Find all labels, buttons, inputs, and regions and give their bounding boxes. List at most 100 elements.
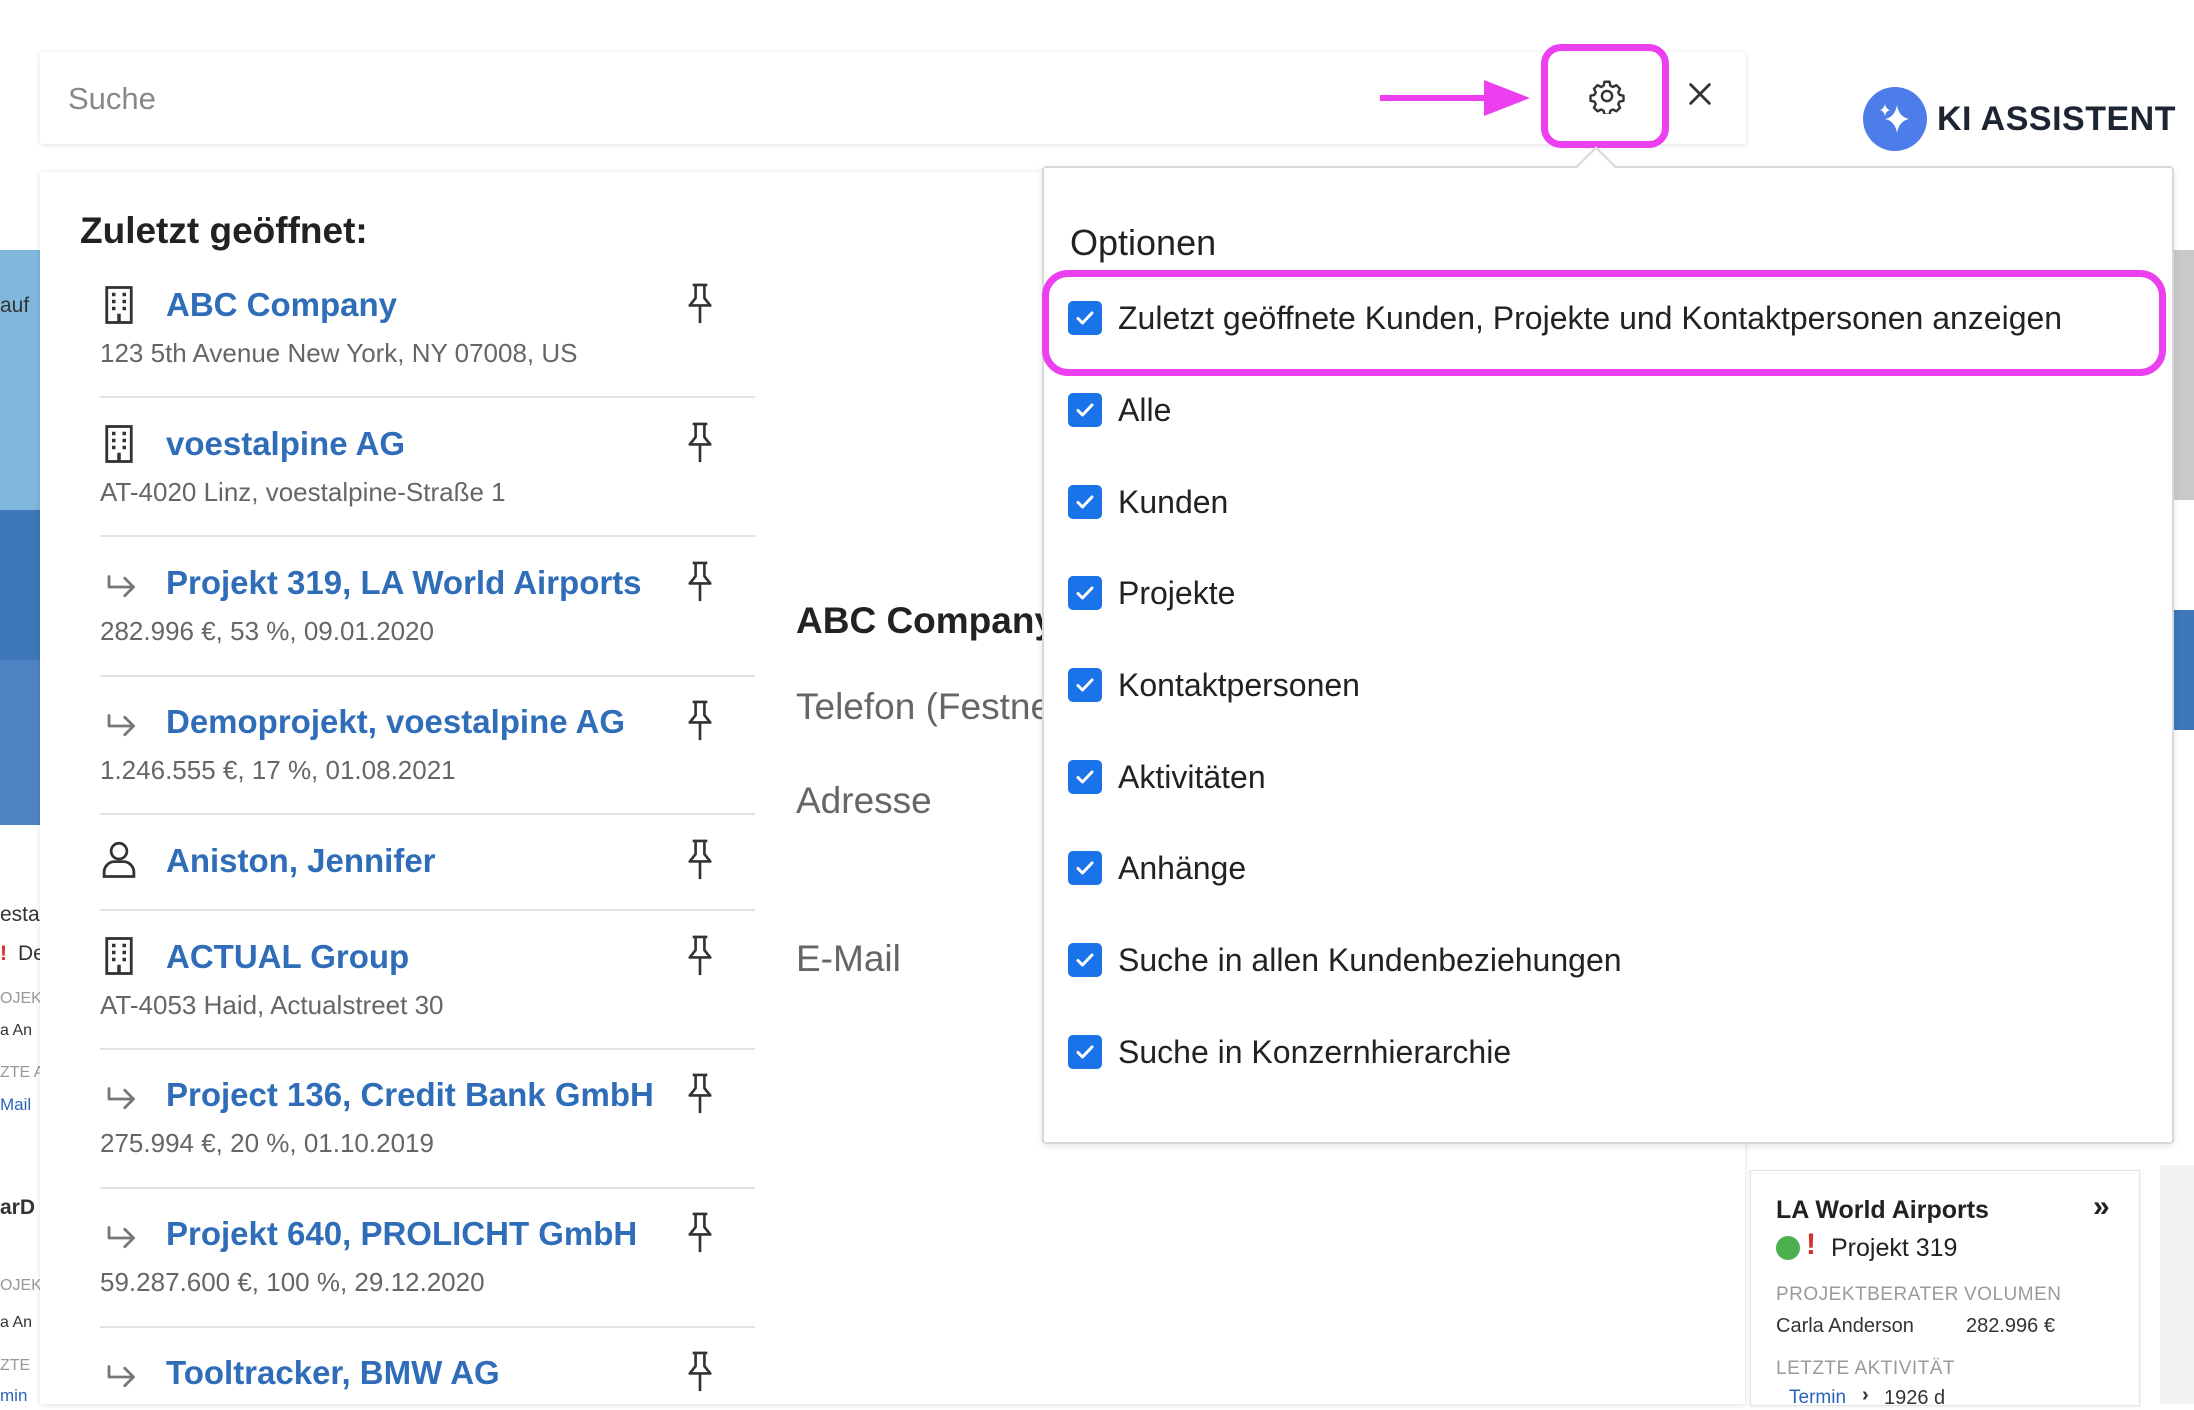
person-icon — [102, 841, 136, 878]
background-label: OJEKT — [0, 1277, 40, 1294]
background-link[interactable]: Mail — [0, 1095, 40, 1115]
detail-label-phone: Telefon (Festnetz) — [796, 686, 1042, 727]
option-label: Kontaktpersonen — [1118, 666, 1360, 703]
card-label-last-activity: LETZTE AKTIVITÄT — [1776, 1358, 1956, 1379]
recent-item-title[interactable]: Demoprojekt, voestalpine AG — [166, 703, 625, 741]
detail-label-email: E-Mail — [796, 938, 901, 979]
divider — [100, 675, 755, 677]
building-icon — [105, 937, 133, 975]
divider — [100, 535, 755, 537]
option-attachments[interactable]: Anhänge — [1068, 848, 1246, 888]
background-label: OJEKT — [0, 990, 40, 1007]
recent-item-subtitle: AT-4020 Linz, voestalpine-Straße 1 — [100, 477, 506, 507]
pin-icon[interactable] — [682, 699, 718, 743]
background-card-edge — [2160, 1165, 2194, 1404]
options-title: Optionen — [1070, 222, 1217, 263]
option-customers[interactable]: Kunden — [1068, 482, 1228, 522]
detail-label-address: Adresse — [796, 780, 932, 821]
checkbox-checked-icon[interactable] — [1068, 1035, 1102, 1069]
checkbox-checked-icon[interactable] — [1068, 576, 1102, 610]
checkbox-checked-icon[interactable] — [1068, 485, 1102, 519]
background-image — [2171, 250, 2194, 500]
card-label-advisor: PROJEKTBERATER — [1776, 1284, 1959, 1305]
background-label: a An — [0, 1314, 33, 1331]
checkbox-checked-icon[interactable] — [1068, 943, 1102, 977]
recent-item-title[interactable]: Project 136, Credit Bank GmbH — [166, 1076, 654, 1114]
divider — [100, 813, 755, 815]
project-arrow-icon — [107, 1365, 135, 1388]
card-activity-age: 1926 d — [1884, 1387, 1946, 1409]
close-icon[interactable] — [1686, 80, 1714, 108]
project-arrow-icon — [107, 1226, 135, 1249]
recent-item-title[interactable]: Projekt 640, PROLICHT GmbH — [166, 1215, 637, 1253]
background-text: arD — [0, 1196, 36, 1219]
background-link[interactable]: min — [0, 1386, 40, 1406]
annotation-arrow-icon — [1380, 80, 1530, 116]
pin-icon[interactable] — [682, 838, 718, 882]
pin-icon[interactable] — [682, 1211, 718, 1255]
recent-item-subtitle: 59.287.600 €, 100 %, 29.12.2020 — [100, 1267, 485, 1297]
recent-item-subtitle: 282.996 €, 53 %, 09.01.2020 — [100, 616, 434, 646]
recent-item-subtitle: 1.246.555 €, 17 %, 01.08.2021 — [100, 755, 456, 785]
ki-assistant-button[interactable]: KI ASSISTENT — [1863, 86, 2176, 152]
option-contacts[interactable]: Kontaktpersonen — [1068, 665, 1360, 705]
background-banner-right — [2171, 610, 2194, 730]
background-label: ZTE A — [0, 1064, 40, 1081]
pin-icon[interactable] — [682, 421, 718, 465]
card-activity-link[interactable]: Termin — [1789, 1387, 1846, 1409]
checkbox-checked-icon[interactable] — [1068, 760, 1102, 794]
status-dot — [1776, 1236, 1800, 1260]
project-arrow-icon — [107, 575, 135, 598]
recent-item-title[interactable]: voestalpine AG — [166, 425, 405, 463]
divider — [100, 909, 755, 911]
card-volume: 282.996 € — [1966, 1315, 2055, 1337]
search-input[interactable] — [66, 74, 1370, 124]
option-all-relations[interactable]: Suche in allen Kundenbeziehungen — [1068, 940, 1622, 980]
pin-icon[interactable] — [682, 934, 718, 978]
background-text: De — [18, 942, 40, 965]
option-label: Alle — [1118, 391, 1172, 428]
option-label: Kunden — [1118, 483, 1229, 520]
option-label: Suche in Konzernhierarchie — [1118, 1033, 1512, 1070]
divider — [100, 396, 755, 398]
pin-icon[interactable] — [682, 282, 718, 326]
building-icon — [105, 425, 133, 463]
project-arrow-icon — [107, 714, 135, 737]
recent-item-title[interactable]: Aniston, Jennifer — [166, 842, 436, 880]
background-banner — [0, 250, 40, 825]
detail-title: ABC Company — [796, 600, 1042, 641]
option-label: Anhänge — [1118, 849, 1247, 886]
option-highlight — [1042, 270, 2166, 376]
background-label: a An — [0, 1022, 33, 1039]
option-label: Projekte — [1118, 574, 1236, 611]
recent-item-subtitle: 275.994 €, 20 %, 01.10.2019 — [100, 1128, 434, 1158]
option-projects[interactable]: Projekte — [1068, 573, 1235, 613]
checkbox-checked-icon[interactable] — [1068, 668, 1102, 702]
pin-icon[interactable] — [682, 1350, 718, 1394]
option-activities[interactable]: Aktivitäten — [1068, 757, 1266, 797]
option-all[interactable]: Alle — [1068, 390, 1171, 430]
project-arrow-icon — [107, 1087, 135, 1110]
divider — [100, 1048, 755, 1050]
chevron-double-right-icon[interactable]: » — [2093, 1190, 2110, 1224]
background-label: ZTE — [0, 1357, 31, 1374]
card-advisor: Carla Anderson — [1776, 1315, 1914, 1337]
recent-item-subtitle: AT-4053 Haid, Actualstreet 30 — [100, 990, 444, 1020]
background-text: esta — [0, 903, 40, 926]
option-label: Aktivitäten — [1118, 758, 1266, 795]
option-label: Suche in allen Kundenbeziehungen — [1118, 941, 1622, 978]
option-group-hierarchy[interactable]: Suche in Konzernhierarchie — [1068, 1032, 1511, 1072]
recent-item-title[interactable]: ACTUAL Group — [166, 938, 409, 976]
gear-icon[interactable] — [1589, 78, 1625, 114]
checkbox-checked-icon[interactable] — [1068, 851, 1102, 885]
recent-item-title[interactable]: Tooltracker, BMW AG — [166, 1354, 500, 1392]
recent-item-title[interactable]: ABC Company — [166, 286, 397, 324]
pin-icon[interactable] — [682, 560, 718, 604]
checkbox-checked-icon[interactable] — [1068, 393, 1102, 427]
building-icon — [105, 286, 133, 324]
background-text: auf — [0, 294, 30, 317]
pin-icon[interactable] — [682, 1072, 718, 1116]
recent-item-title[interactable]: Projekt 319, LA World Airports — [166, 564, 642, 602]
recent-title: Zuletzt geöffnet: — [80, 210, 368, 251]
ki-assistant-label: KI ASSISTENT — [1937, 99, 2176, 138]
